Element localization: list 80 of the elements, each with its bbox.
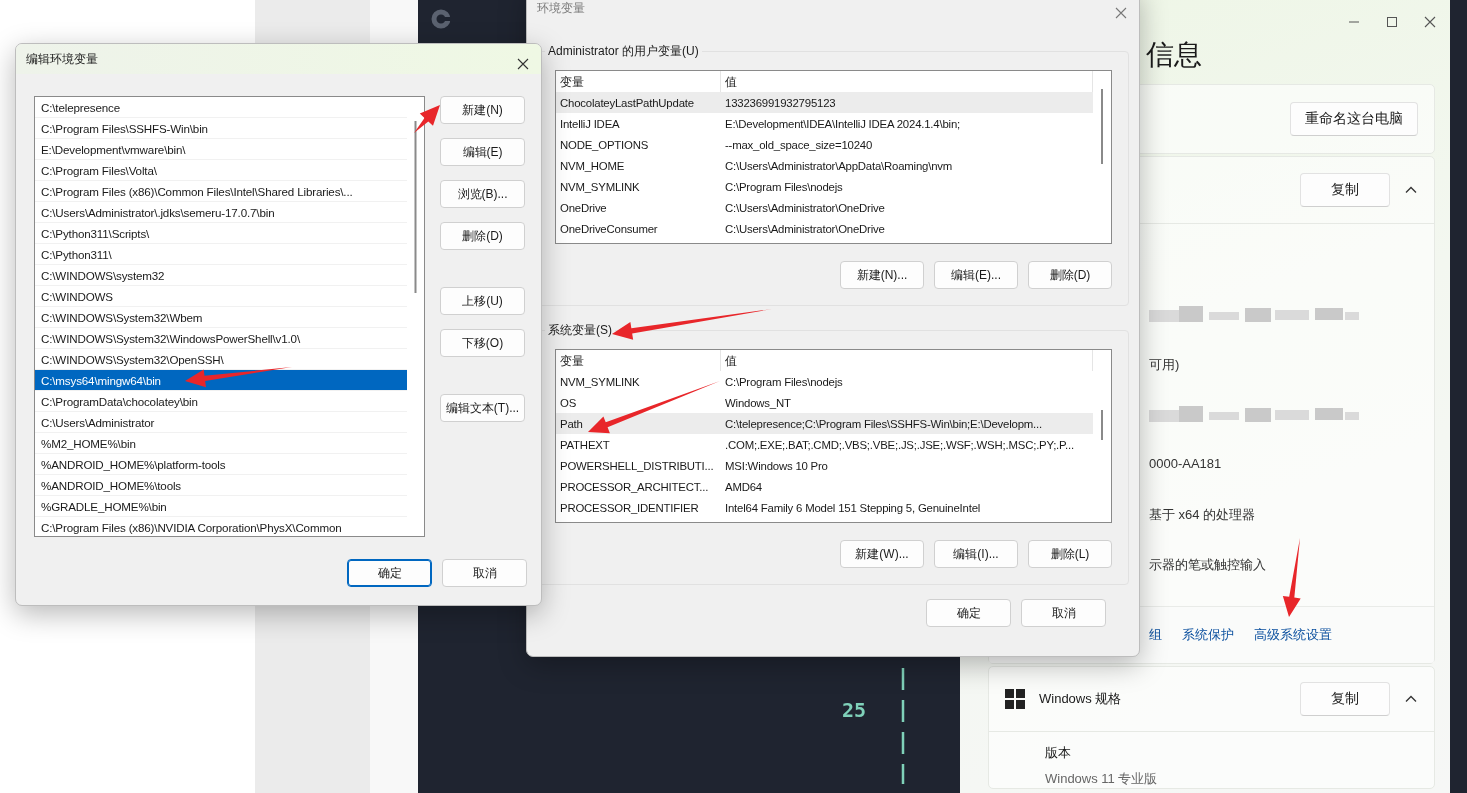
- table-row[interactable]: POWERSHELL_DISTRIBUTI... MSI:Windows 10 Pro: [556, 455, 1093, 476]
- dialog-button[interactable]: 删除(L): [1028, 540, 1112, 568]
- copy-button[interactable]: 复制: [1300, 682, 1390, 716]
- table-row[interactable]: NVM_SYMLINK C:\Program Files\nodejs: [556, 371, 1093, 392]
- column-header[interactable]: 变量: [556, 350, 721, 371]
- dialog-button[interactable]: 上移(U): [440, 287, 525, 315]
- settings-link[interactable]: 组: [1149, 626, 1162, 644]
- path-entry[interactable]: C:\WINDOWS\system32: [35, 265, 407, 286]
- page-heading: 信息: [1145, 38, 1203, 72]
- table-row[interactable]: Path C:\telepresence;C:\Program Files\SSHFS-Win\bin;E:\Developm...: [556, 413, 1093, 434]
- dialog-button[interactable]: 浏览(B)...: [440, 180, 525, 208]
- path-entry[interactable]: %ANDROID_HOME%\tools: [35, 475, 407, 496]
- settings-link[interactable]: 高级系统设置: [1254, 626, 1332, 644]
- path-entry[interactable]: C:\ProgramData\chocolatey\bin: [35, 391, 407, 412]
- table-row[interactable]: PROCESSOR_ARCHITECT... AMD64: [556, 476, 1093, 497]
- path-entry[interactable]: C:\Users\Administrator\.jdks\semeru-17.0.7\bin: [35, 202, 407, 223]
- dialog-button[interactable]: 新建(N)...: [840, 261, 924, 289]
- spec-value: Windows 11 专业版: [1045, 770, 1159, 788]
- window-title: 环境变量: [537, 0, 585, 17]
- path-entry[interactable]: E:\Development\vmware\bin\: [35, 139, 407, 160]
- dialog-button[interactable]: 新建(W)...: [840, 540, 924, 568]
- path-entry[interactable]: C:\Program Files (x86)\NVIDIA Corporation\PhysX\Common: [35, 517, 407, 536]
- windows-logo-icon: [1005, 689, 1025, 709]
- spec-label: 版本: [1045, 744, 1072, 762]
- line-number: 25: [842, 698, 867, 722]
- path-entry[interactable]: %ANDROID_HOME%\platform-tools: [35, 454, 407, 475]
- path-entry[interactable]: %GRADLE_HOME%\bin: [35, 496, 407, 517]
- path-entry[interactable]: C:\WINDOWS: [35, 286, 407, 307]
- path-entry[interactable]: C:\Python311\Scripts\: [35, 223, 407, 244]
- table-row[interactable]: NVM_HOME C:\Users\Administrator\AppData\Roaming\nvm: [556, 155, 1093, 176]
- path-entry[interactable]: C:\Program Files\SSHFS-Win\bin: [35, 118, 407, 139]
- table-row[interactable]: NVM_SYMLINK C:\Program Files\nodejs: [556, 176, 1093, 197]
- path-entry[interactable]: C:\Python311\: [35, 244, 407, 265]
- indent-guide-icon: [900, 668, 906, 784]
- group-label: Administrator 的用户变量(U): [545, 43, 702, 60]
- path-entry[interactable]: C:\msys64\mingw64\bin: [35, 370, 407, 391]
- dialog-button[interactable]: 下移(O): [440, 329, 525, 357]
- dialog-button[interactable]: 删除(D): [440, 222, 525, 250]
- dialog-button[interactable]: 取消: [442, 559, 527, 587]
- dialog-button[interactable]: 编辑(E): [440, 138, 525, 166]
- spec-value: 示器的笔或触控输入: [1149, 556, 1266, 574]
- path-entry[interactable]: %M2_HOME%\bin: [35, 433, 407, 454]
- dialog-button[interactable]: 确定: [347, 559, 432, 587]
- table-row[interactable]: ChocolateyLastPathUpdate 133236991932795123: [556, 92, 1093, 113]
- dialog-button[interactable]: 新建(N): [440, 96, 525, 124]
- settings-link[interactable]: 系统保护: [1182, 626, 1234, 644]
- table-row[interactable]: PATHEXT .COM;.EXE;.BAT;.CMD;.VBS;.VBE;.JS;.JSE;.WSF;.WSH;.MSC;.PY;.P...: [556, 434, 1093, 455]
- dialog-button[interactable]: 编辑(I)...: [934, 540, 1018, 568]
- dialog-button[interactable]: 编辑文本(T)...: [440, 394, 525, 422]
- path-entry[interactable]: C:\WINDOWS\System32\Wbem: [35, 307, 407, 328]
- path-entry[interactable]: C:\Users\Administrator: [35, 412, 407, 433]
- rename-button[interactable]: 重命名这台电脑: [1290, 102, 1418, 136]
- path-entry[interactable]: C:\telepresence: [35, 97, 407, 118]
- spec-value: 可用): [1149, 356, 1180, 374]
- spec-value: 基于 x64 的处理器: [1149, 506, 1256, 524]
- dialog-button[interactable]: 删除(D): [1028, 261, 1112, 289]
- maximize-icon[interactable]: [1386, 16, 1398, 28]
- close-icon: [517, 58, 529, 70]
- annotation-arrow: [414, 105, 440, 133]
- table-row[interactable]: PROCESSOR_IDENTIFIER Intel64 Family 6 Model 151 Stepping 5, GenuineIntel: [556, 497, 1093, 518]
- column-header[interactable]: 值: [721, 350, 1093, 371]
- table-row[interactable]: OneDrive C:\Users\Administrator\OneDrive: [556, 197, 1093, 218]
- spec-value: 0000-AA181: [1149, 456, 1222, 471]
- table-row[interactable]: IntelliJ IDEA E:\Development\IDEA\IntelliJ IDEA 2024.1.4\bin;: [556, 113, 1093, 134]
- table-row[interactable]: OneDriveConsumer C:\Users\Administrator\OneDrive: [556, 218, 1093, 239]
- group-label: 系统变量(S): [545, 322, 615, 339]
- dialog-button[interactable]: 确定: [926, 599, 1011, 627]
- close-icon: [1115, 7, 1127, 19]
- window-title: 编辑环境变量: [26, 51, 98, 68]
- path-entry[interactable]: C:\WINDOWS\System32\WindowsPowerShell\v1.0\: [35, 328, 407, 349]
- app-logo-icon: [430, 8, 452, 30]
- table-row[interactable]: OS Windows_NT: [556, 392, 1093, 413]
- path-entry[interactable]: C:\Program Files (x86)\Common Files\Intel\Shared Libraries\...: [35, 181, 407, 202]
- dialog-button[interactable]: 编辑(E)...: [934, 261, 1018, 289]
- close-icon: [1424, 16, 1436, 28]
- path-entry[interactable]: C:\Program Files\Volta\: [35, 160, 407, 181]
- card-title: Windows 规格: [1039, 690, 1123, 708]
- dialog-button[interactable]: 取消: [1021, 599, 1106, 627]
- copy-button[interactable]: 复制: [1300, 173, 1390, 207]
- table-row[interactable]: NODE_OPTIONS --max_old_space_size=10240: [556, 134, 1093, 155]
